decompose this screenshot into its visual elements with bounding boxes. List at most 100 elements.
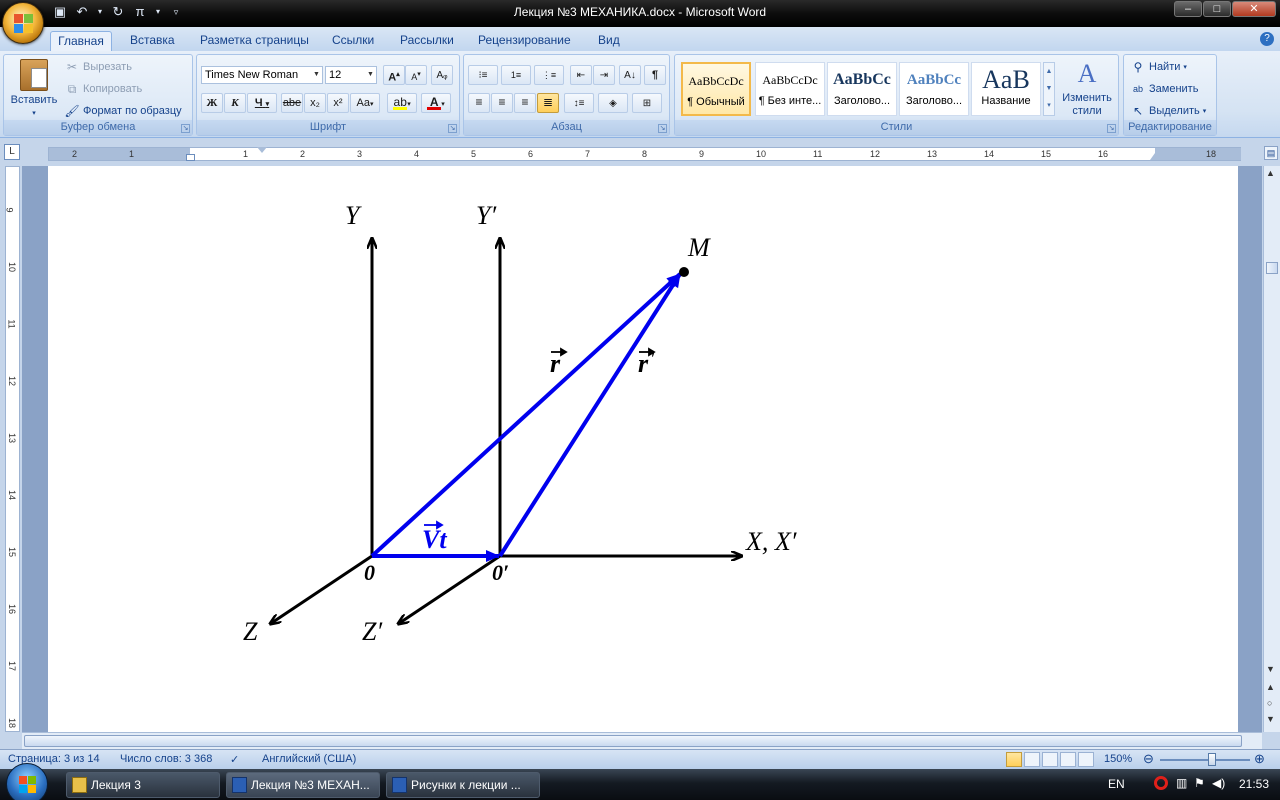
show-formatting-button[interactable]: ¶ [644,65,666,85]
horizontal-scrollbar[interactable] [22,732,1262,749]
font-launcher-icon[interactable]: ↘ [448,124,457,133]
maximize-button[interactable]: □ [1203,1,1231,17]
style-title[interactable]: AaB Название [971,62,1041,116]
highlight-button[interactable]: ab▾ [387,93,417,113]
tab-page-layout[interactable]: Разметка страницы [194,31,315,51]
taskbar-item-folder[interactable]: Лекция 3 [66,772,220,798]
style-normal[interactable]: AaBbCcDc ¶ Обычный [681,62,751,116]
shrink-font-button[interactable]: A▾ [405,65,427,85]
bold-button[interactable]: Ж [201,93,223,113]
vertical-ruler[interactable]: 9 10 11 12 13 14 15 16 17 18 [5,166,20,732]
network-icon[interactable]: ▥ [1176,776,1187,790]
right-indent-marker[interactable] [1150,153,1160,160]
line-spacing-button[interactable]: ↕≡ [564,93,594,113]
zoom-level[interactable]: 150% [1104,753,1132,765]
clock[interactable]: 21:53 [1239,777,1269,791]
styles-more-icon[interactable]: ▾ [1044,97,1054,114]
tab-references[interactable]: Ссылки [326,31,380,51]
align-center-button[interactable]: ≡ [491,93,513,113]
web-layout-view-button[interactable] [1042,752,1058,767]
close-button[interactable]: ✕ [1232,1,1276,17]
find-button[interactable]: ⚲ Найти ▾ [1130,59,1187,75]
tab-view[interactable]: Вид [592,31,626,51]
previous-page-icon[interactable]: ▲ [1266,682,1275,692]
tab-selector-button[interactable]: L [4,144,20,160]
word-count[interactable]: Число слов: 3 368 [120,753,212,765]
language-bar[interactable]: EN [1108,777,1125,791]
browse-object-icon[interactable]: ○ [1267,698,1272,708]
first-line-indent-marker[interactable] [257,147,267,153]
start-button[interactable] [6,763,48,800]
style-no-spacing[interactable]: AaBbCcDc ¶ Без инте... [755,62,825,116]
clipboard-launcher-icon[interactable]: ↘ [181,124,190,133]
font-name-combo[interactable]: Times New Roman ▼ [201,66,323,84]
full-screen-view-button[interactable] [1024,752,1040,767]
borders-button[interactable]: ⊞ [632,93,662,113]
strikethrough-button[interactable]: abe [281,93,303,113]
superscript-button[interactable]: x² [327,93,349,113]
sort-button[interactable]: A↓ [619,65,641,85]
styles-scroll[interactable]: ▲ ▼ ▾ [1043,62,1055,116]
tab-insert[interactable]: Вставка [124,31,181,51]
bullets-button[interactable]: ⁝≡ [468,65,498,85]
cut-button[interactable]: ✂ Вырезать [64,59,132,75]
volume-icon[interactable]: ◀) [1212,776,1225,790]
flag-icon[interactable]: ⚑ [1194,776,1205,790]
format-painter-button[interactable]: 🖌 Формат по образцу [64,103,181,119]
multilevel-list-button[interactable]: ⋮≡ [534,65,564,85]
horizontal-scroll-thumb[interactable] [24,735,1242,747]
zoom-slider-knob[interactable] [1208,753,1216,766]
minimize-button[interactable]: – [1174,1,1202,17]
view-ruler-icon[interactable]: ▤ [1264,146,1278,160]
scroll-down-icon[interactable]: ▼ [1266,664,1275,674]
change-case-button[interactable]: Aa▾ [350,93,380,113]
decrease-indent-button[interactable]: ⇤ [570,65,592,85]
paste-button[interactable]: Вставить ▾ [8,59,60,117]
draft-view-button[interactable] [1078,752,1094,767]
office-button[interactable] [2,2,44,44]
tab-mailings[interactable]: Рассылки [394,31,460,51]
outline-view-button[interactable] [1060,752,1076,767]
change-styles-button[interactable]: A Изменить стили [1059,59,1115,118]
style-heading-1[interactable]: AaBbCc Заголово... [827,62,897,116]
copy-button[interactable]: ⧉ Копировать [64,81,143,97]
opera-icon[interactable] [1154,776,1168,790]
zoom-slider-track[interactable] [1160,759,1250,761]
vertical-scroll-thumb[interactable] [1266,262,1278,274]
paragraph-launcher-icon[interactable]: ↘ [658,124,667,133]
underline-button[interactable]: Ч ▾ [247,93,277,113]
numbering-button[interactable]: 1≡ [501,65,531,85]
zoom-in-icon[interactable]: ⊕ [1254,751,1265,767]
font-color-button[interactable]: A ▾ [421,93,451,113]
styles-launcher-icon[interactable]: ↘ [1107,124,1116,133]
tab-home[interactable]: Главная [50,31,112,51]
horizontal-ruler[interactable]: 2 1 1 2 3 4 5 6 7 8 9 10 11 12 13 14 15 16 18 [48,147,1241,161]
next-page-icon[interactable]: ▼ [1266,714,1275,724]
clear-formatting-button[interactable]: Aᵩ [431,65,453,85]
vertical-scrollbar[interactable]: ▲ ▼ ▲ ○ ▼ [1263,166,1280,732]
justify-button[interactable]: ≣ [537,93,559,113]
replace-button[interactable]: ab Заменить [1130,81,1198,97]
print-layout-view-button[interactable] [1006,752,1022,767]
select-button[interactable]: ↖ Выделить ▾ [1130,103,1206,119]
grow-font-button[interactable]: A▴ [383,65,405,85]
taskbar-item-word-lecture[interactable]: Лекция №3 МЕХАН... [226,772,380,798]
subscript-button[interactable]: x₂ [304,93,326,113]
help-icon[interactable]: ? [1260,32,1274,46]
proofing-icon[interactable]: ✓ [230,753,239,766]
styles-up-icon[interactable]: ▲ [1044,63,1054,80]
font-size-combo[interactable]: 12 ▼ [325,66,377,84]
zoom-out-icon[interactable]: ⊖ [1143,751,1154,767]
italic-button[interactable]: К [224,93,246,113]
increase-indent-button[interactable]: ⇥ [593,65,615,85]
align-left-button[interactable]: ≡ [468,93,490,113]
styles-down-icon[interactable]: ▼ [1044,80,1054,97]
shading-button[interactable]: ◈ [598,93,628,113]
language-indicator[interactable]: Английский (США) [262,753,356,765]
tab-review[interactable]: Рецензирование [472,31,577,51]
document-page[interactable]: Y Y′ M X, X′ Z Z′ 0 0′ r r Vt ′ [48,166,1238,732]
scroll-up-icon[interactable]: ▲ [1266,168,1275,178]
left-indent-marker[interactable] [186,154,195,161]
align-right-button[interactable]: ≡ [514,93,536,113]
taskbar-item-word-figures[interactable]: Рисунки к лекции ... [386,772,540,798]
